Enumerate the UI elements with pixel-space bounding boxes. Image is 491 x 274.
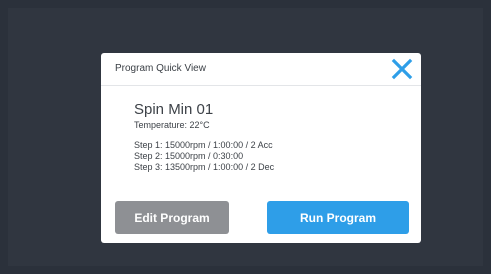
program-step-2: Step 2: 15000rpm / 0:30:00 [134,151,244,161]
program-name: Spin Min 01 [134,101,214,118]
program-steps: Step 1: 15000rpm / 1:00:00 / 2 Acc Step … [134,140,404,173]
program-details: Spin Min 01 Temperature: 22°C Step 1: 15… [134,101,404,173]
program-step-1: Step 1: 15000rpm / 1:00:00 / 2 Acc [134,140,273,150]
program-temperature: Temperature: 22°C [134,120,210,130]
dialog-header: Program Quick View [101,53,421,86]
close-icon [391,58,413,80]
edit-program-button[interactable]: Edit Program [115,201,229,234]
close-button[interactable] [391,58,413,80]
program-quick-view-dialog: Program Quick View Spin Min 01 Temperatu… [101,53,421,243]
run-program-button[interactable]: Run Program [267,201,409,234]
device-screen: Program Quick View Spin Min 01 Temperatu… [8,8,483,266]
program-step-3: Step 3: 13500rpm / 1:00:00 / 2 Dec [134,162,275,172]
dialog-title: Program Quick View [115,63,206,74]
